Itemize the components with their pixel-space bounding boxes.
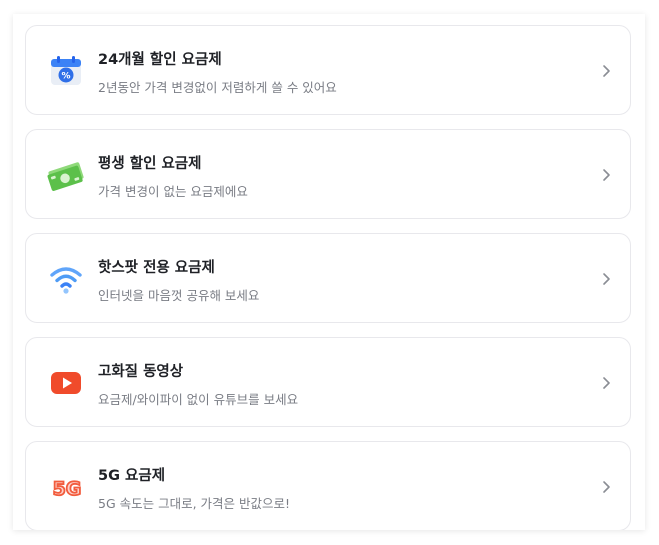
plan-title: 고화질 동영상 — [98, 364, 184, 380]
chevron-right-icon — [603, 169, 610, 181]
plan-card-24-month-discount[interactable]: % 24개월 할인 요금제 2년동안 가격 변경없이 저렴하게 쓸 수 있어요 — [25, 25, 631, 115]
plan-description: 2년동안 가격 변경없이 저렴하게 쓸 수 있어요 — [98, 80, 337, 95]
chevron-right-icon — [603, 273, 610, 285]
chevron-right-icon — [603, 377, 610, 389]
svg-text:%: % — [61, 72, 70, 82]
plan-title: 5G 요금제 — [98, 468, 166, 484]
plan-list: % 24개월 할인 요금제 2년동안 가격 변경없이 저렴하게 쓸 수 있어요 … — [13, 14, 645, 530]
plan-card-hotspot[interactable]: 핫스팟 전용 요금제 인터넷을 마음껏 공유해 보세요 — [25, 233, 631, 323]
plan-title: 24개월 할인 요금제 — [98, 52, 222, 68]
plan-card-lifetime-discount[interactable]: 평생 할인 요금제 가격 변경이 없는 요금제에요 — [25, 129, 631, 219]
plan-card-hd-video[interactable]: 고화질 동영상 요금제/와이파이 없이 유튜브를 보세요 — [25, 337, 631, 427]
calendar-discount-icon: % — [46, 51, 86, 91]
wifi-icon — [46, 259, 86, 299]
money-icon — [46, 155, 86, 195]
plan-description: 요금제/와이파이 없이 유튜브를 보세요 — [98, 392, 299, 407]
play-icon — [46, 363, 86, 403]
chevron-right-icon — [603, 481, 610, 493]
plan-title: 핫스팟 전용 요금제 — [98, 260, 215, 276]
svg-text:5G: 5G — [53, 478, 82, 500]
chevron-right-icon — [603, 65, 610, 77]
plan-description: 인터넷을 마음껏 공유해 보세요 — [98, 288, 260, 303]
5g-icon: 5G — [46, 467, 86, 507]
plan-description: 가격 변경이 없는 요금제에요 — [98, 184, 248, 199]
plan-title: 평생 할인 요금제 — [98, 156, 202, 172]
plan-card-5g[interactable]: 5G 5G 요금제 5G 속도는 그대로, 가격은 반값으로! — [25, 441, 631, 530]
plan-description: 5G 속도는 그대로, 가격은 반값으로! — [98, 496, 291, 511]
